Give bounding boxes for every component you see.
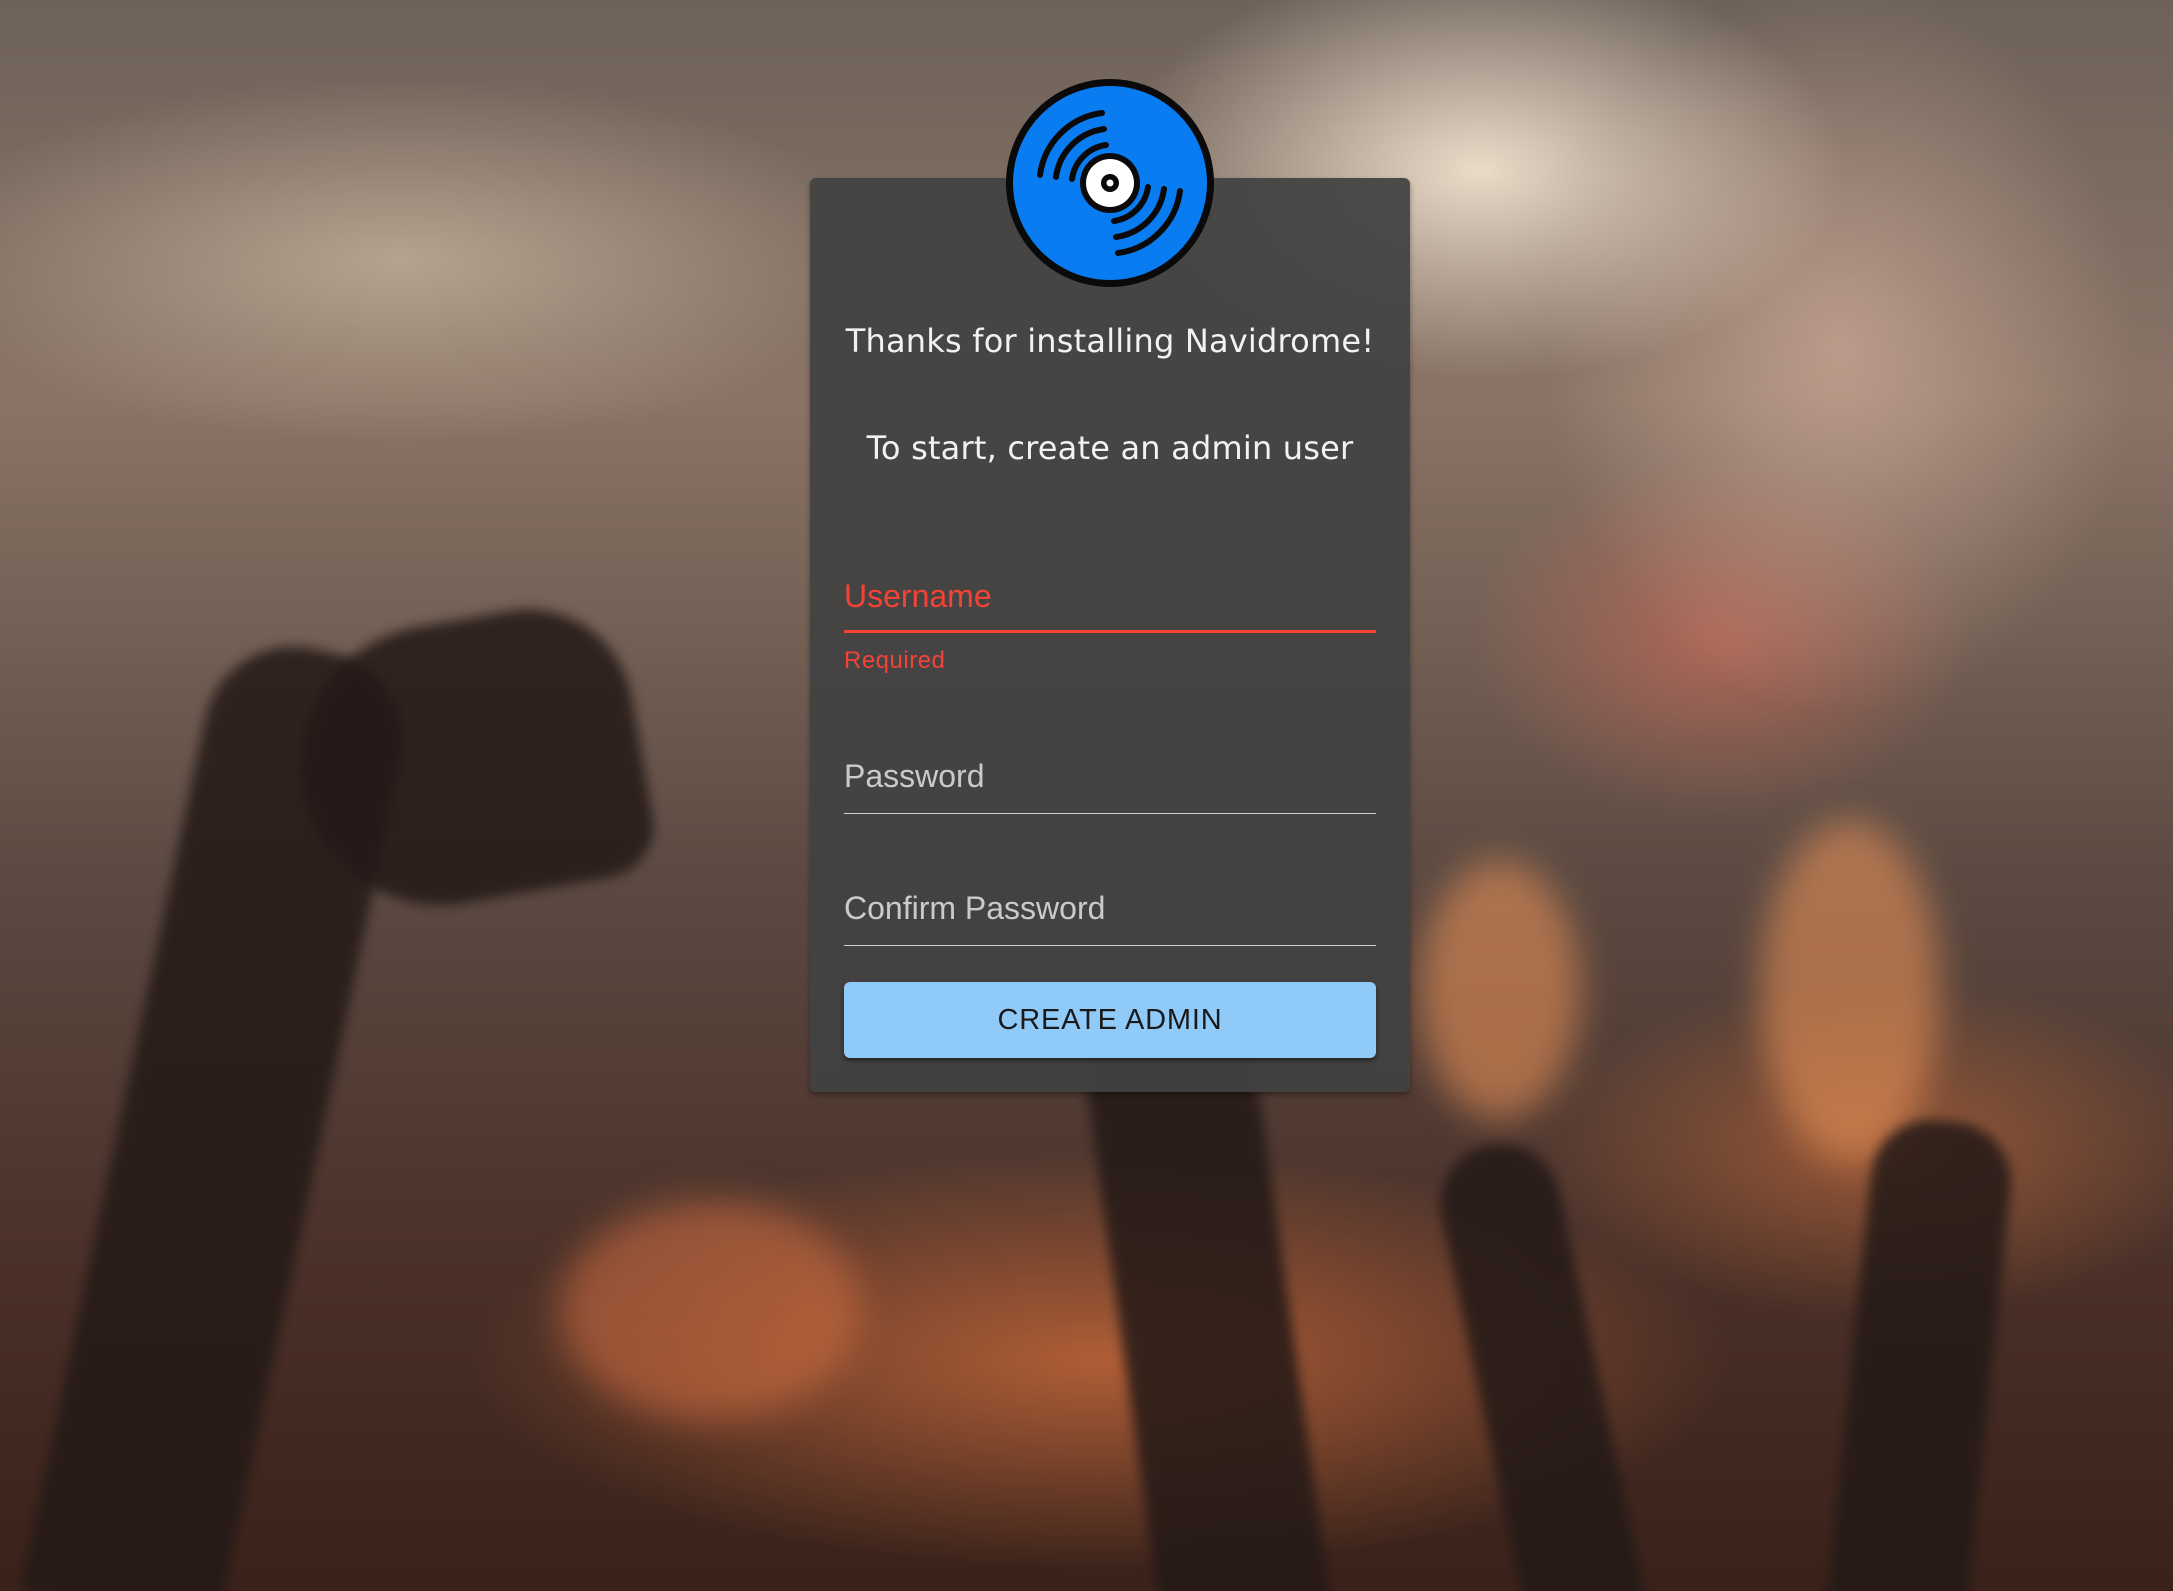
- create-admin-button[interactable]: CREATE ADMIN: [844, 982, 1376, 1058]
- username-underline: [844, 630, 1376, 633]
- raised-arm-silhouette: [1429, 1132, 1651, 1591]
- raised-arm-silhouette: [1823, 1114, 2017, 1591]
- username-label: Username: [844, 578, 992, 614]
- password-label: Password: [844, 758, 985, 794]
- confirm-password-label: Confirm Password: [844, 890, 1106, 926]
- username-error-text: Required: [844, 647, 946, 674]
- confirm-password-field[interactable]: Confirm Password: [844, 890, 1376, 950]
- stage-light-glow: [1760, 820, 1940, 1160]
- password-field[interactable]: Password: [844, 758, 1376, 818]
- confirm-password-underline: [844, 945, 1376, 946]
- crowd-light-glow: [560, 1200, 860, 1420]
- password-underline: [844, 813, 1376, 814]
- stage-light-glow: [1420, 860, 1580, 1120]
- welcome-text: Thanks for installing Navidrome!: [845, 322, 1375, 360]
- create-admin-card: Thanks for installing Navidrome! To star…: [810, 178, 1410, 1092]
- vinyl-record-icon: [1002, 75, 1218, 291]
- instruction-text: To start, create an admin user: [866, 429, 1354, 467]
